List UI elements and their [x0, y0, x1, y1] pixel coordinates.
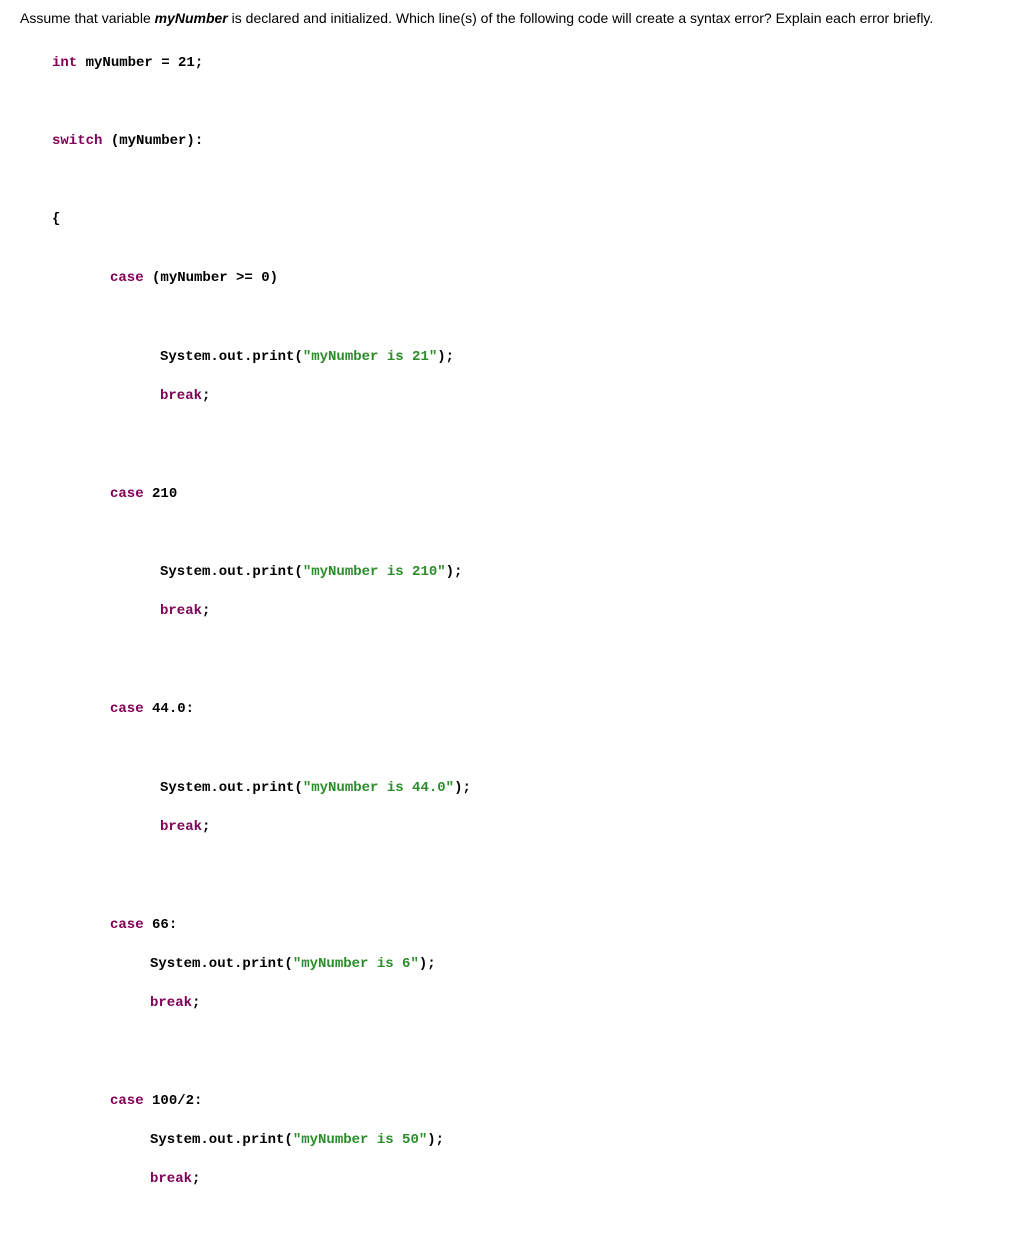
blank-line	[20, 171, 1004, 191]
code-line: {	[20, 210, 1004, 230]
question-prefix: Assume that variable	[20, 10, 155, 26]
code-line: System.out.print("myNumber is 21");	[20, 348, 1004, 368]
keyword-switch: switch	[52, 133, 102, 149]
code-text: );	[454, 780, 471, 796]
code-line: int myNumber = 21;	[20, 54, 1004, 74]
code-text: System.out.print(	[160, 564, 303, 580]
code-text: System.out.print(	[160, 780, 303, 796]
code-text: ;	[192, 1171, 200, 1187]
keyword-break: break	[150, 995, 192, 1011]
blank-line	[20, 524, 1004, 544]
string-literal: "myNumber is 210"	[303, 564, 446, 580]
code-line: System.out.print("myNumber is 44.0");	[20, 779, 1004, 799]
code-line: case 100/2:	[20, 1092, 1004, 1112]
keyword-break: break	[160, 603, 202, 619]
blank-line	[20, 426, 1004, 446]
keyword-case: case	[110, 917, 144, 933]
code-text: ;	[202, 603, 210, 619]
blank-line	[20, 93, 1004, 113]
keyword-break: break	[150, 1171, 192, 1187]
blank-line	[20, 308, 1004, 328]
code-text: System.out.print(	[160, 349, 303, 365]
string-literal: "myNumber is 6"	[293, 956, 419, 972]
code-line: case 44.0:	[20, 700, 1004, 720]
code-text: );	[427, 1132, 444, 1148]
code-block: int myNumber = 21; switch (myNumber): { …	[20, 34, 1004, 1238]
question-varname: myNumber	[155, 10, 228, 26]
code-text: 66:	[144, 917, 178, 933]
blank-line	[20, 1033, 1004, 1053]
code-line: System.out.print("myNumber is 50");	[20, 1131, 1004, 1151]
code-line: System.out.print("myNumber is 210");	[20, 563, 1004, 583]
code-line: break;	[20, 818, 1004, 838]
code-text: (myNumber):	[102, 133, 203, 149]
question-text: Assume that variable myNumber is declare…	[20, 10, 1004, 26]
keyword-case: case	[110, 486, 144, 502]
code-text: 100/2:	[144, 1093, 203, 1109]
code-text: );	[437, 349, 454, 365]
blank-line	[20, 641, 1004, 661]
keyword-break: break	[160, 819, 202, 835]
code-text: );	[446, 564, 463, 580]
code-text: 44.0:	[144, 701, 194, 717]
code-text: (myNumber >= 0)	[144, 270, 278, 286]
keyword-int: int	[52, 55, 77, 71]
keyword-case: case	[110, 701, 144, 717]
keyword-case: case	[110, 1093, 144, 1109]
code-text: System.out.print(	[150, 956, 293, 972]
code-line: break;	[20, 1170, 1004, 1190]
code-text: myNumber = 21;	[77, 55, 203, 71]
code-line: case (myNumber >= 0)	[20, 269, 1004, 289]
blank-line	[20, 1210, 1004, 1230]
code-line: break;	[20, 387, 1004, 407]
string-literal: "myNumber is 21"	[303, 349, 437, 365]
code-line: break;	[20, 994, 1004, 1014]
code-line: case 210	[20, 485, 1004, 505]
code-text: ;	[202, 388, 210, 404]
blank-line	[20, 857, 1004, 877]
question-suffix: is declared and initialized. Which line(…	[228, 10, 934, 26]
blank-line	[20, 739, 1004, 759]
string-literal: "myNumber is 44.0"	[303, 780, 454, 796]
code-text: ;	[202, 819, 210, 835]
code-line: case 66:	[20, 916, 1004, 936]
code-line: switch (myNumber):	[20, 132, 1004, 152]
code-line: System.out.print("myNumber is 6");	[20, 955, 1004, 975]
keyword-break: break	[160, 388, 202, 404]
keyword-case: case	[110, 270, 144, 286]
brace-open: {	[52, 211, 60, 227]
code-text: System.out.print(	[150, 1132, 293, 1148]
code-text: ;	[192, 995, 200, 1011]
code-text: );	[419, 956, 436, 972]
string-literal: "myNumber is 50"	[293, 1132, 427, 1148]
code-text: 210	[144, 486, 178, 502]
